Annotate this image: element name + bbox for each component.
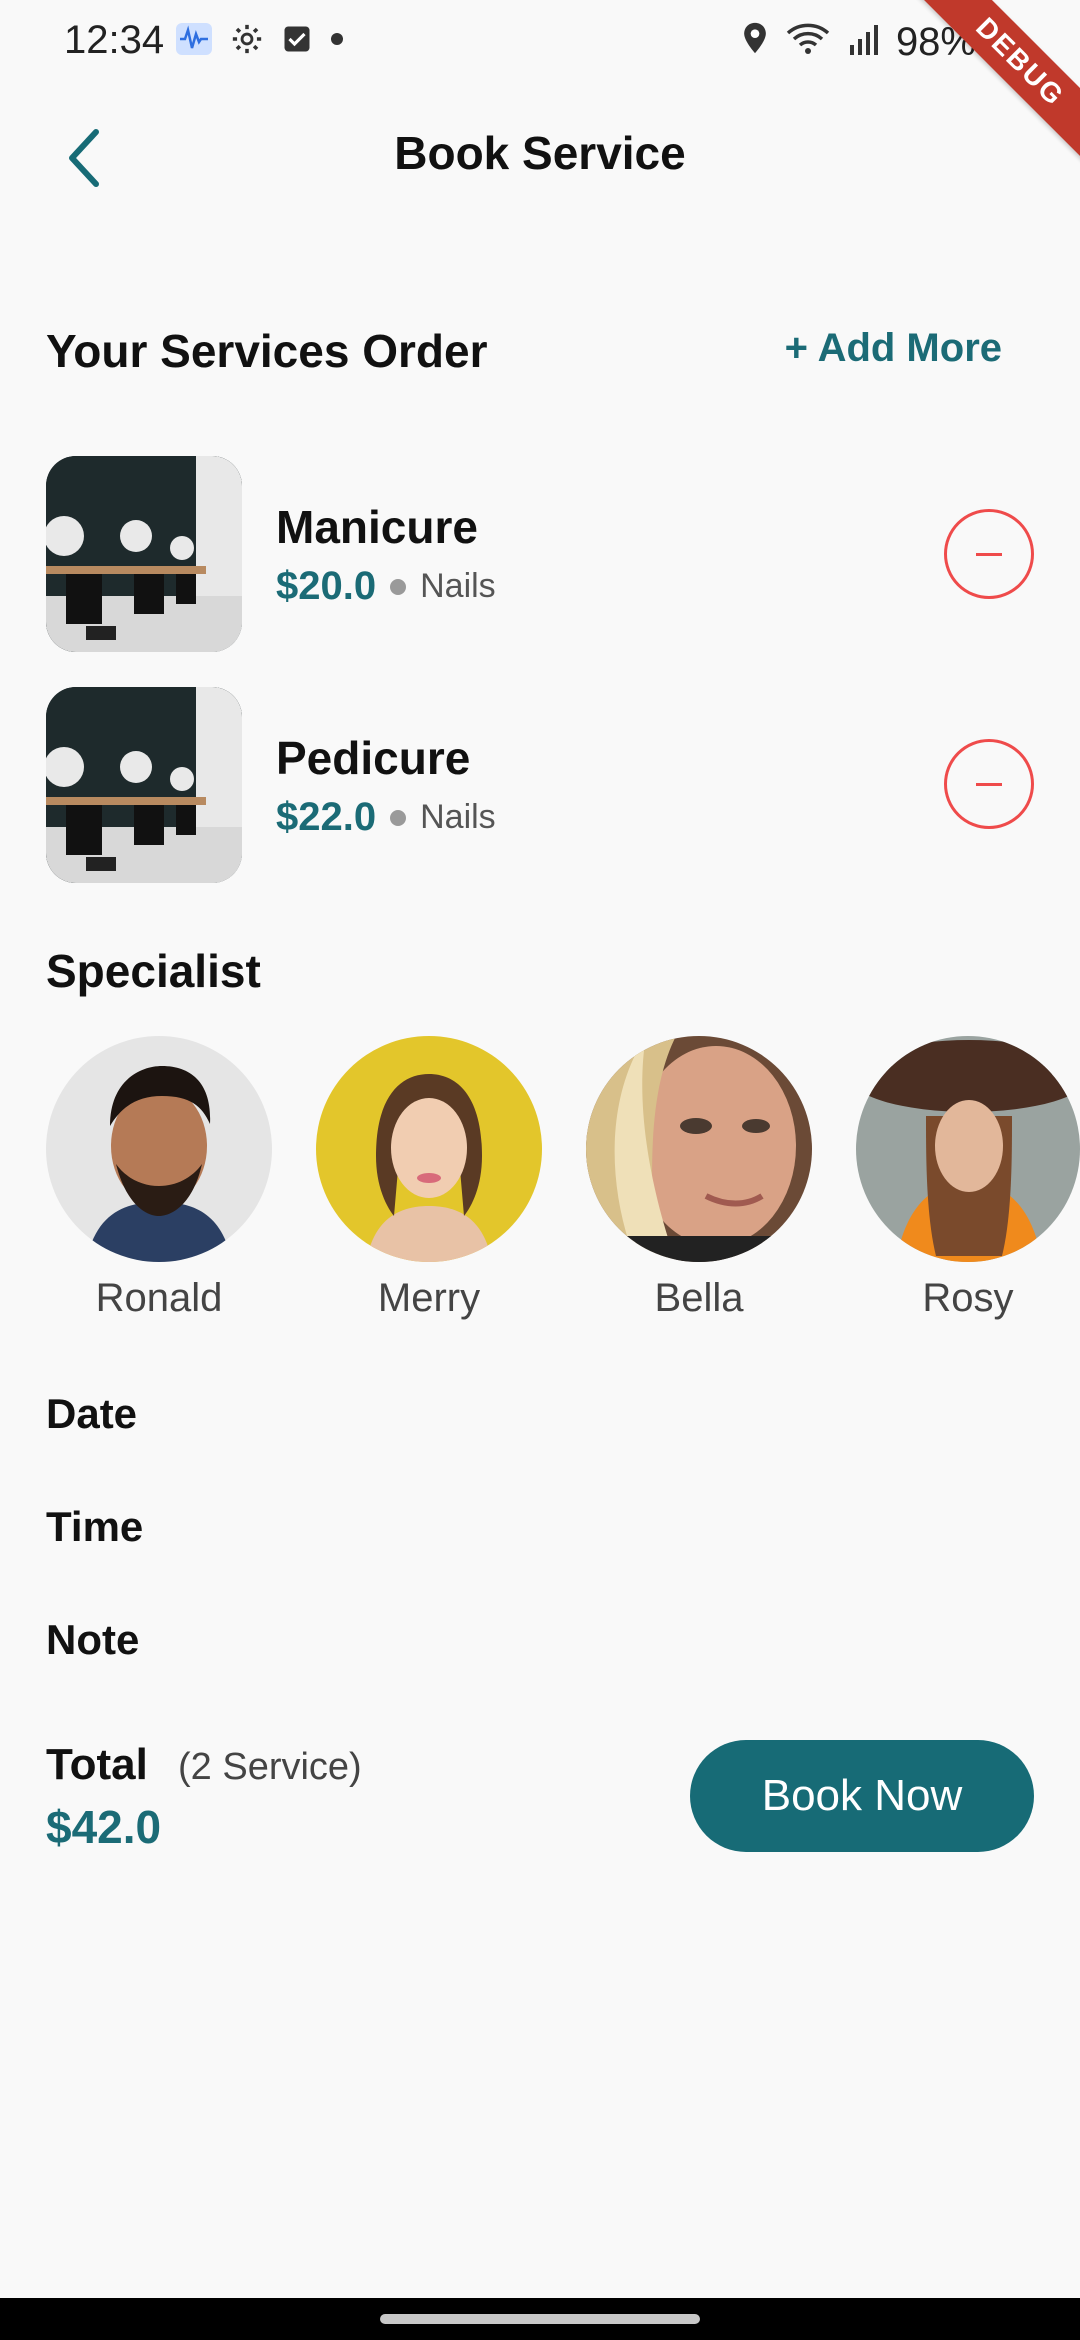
remove-service-button[interactable] [944,509,1034,599]
service-meta: $22.0 Nails [276,795,496,840]
minus-icon [976,782,1002,786]
service-category: Nails [420,567,496,605]
specialist-name: Rosy [922,1276,1014,1320]
total-amount: $42.0 [46,1801,162,1853]
dot-icon [330,32,344,51]
separator-dot [390,578,407,595]
specialist-title: Specialist [46,945,261,997]
minus-icon [976,552,1002,556]
signal-icon [848,20,878,65]
status-left-icons [176,22,344,61]
note-label[interactable]: Note [46,1616,139,1664]
sound-wave-icon [176,23,212,60]
page-title: Book Service [394,127,686,179]
time-label[interactable]: Time [46,1503,143,1551]
home-handle[interactable] [380,2314,700,2324]
service-price: $22.0 [276,795,377,839]
gear-icon [230,22,264,61]
specialist-avatar[interactable] [316,1036,542,1262]
add-more-button[interactable]: + Add More [785,326,1002,371]
services-order-title: Your Services Order [46,325,488,377]
separator-dot [390,809,407,826]
status-time: 12:34 [64,18,165,62]
date-label[interactable]: Date [46,1390,137,1438]
wifi-icon [786,20,830,65]
book-now-button[interactable]: Book Now [690,1740,1034,1852]
service-meta: $20.0 Nails [276,564,496,609]
checkbox-icon [282,24,312,59]
service-category: Nails [420,798,496,836]
remove-service-button[interactable] [944,739,1034,829]
specialist-avatar[interactable] [46,1036,272,1262]
location-icon [742,20,768,65]
service-name: Manicure [276,501,478,553]
specialist-name: Ronald [95,1276,223,1320]
specialist-avatar[interactable] [586,1036,812,1262]
total-service-count: (2 Service) [178,1746,362,1788]
specialist-avatar[interactable] [856,1036,1080,1262]
service-name: Pedicure [276,732,471,784]
total-label: Total [46,1740,148,1789]
specialist-name: Merry [377,1276,481,1320]
service-thumbnail [46,687,242,883]
specialist-name: Bella [654,1276,744,1320]
service-thumbnail [46,456,242,652]
service-price: $20.0 [276,564,377,608]
